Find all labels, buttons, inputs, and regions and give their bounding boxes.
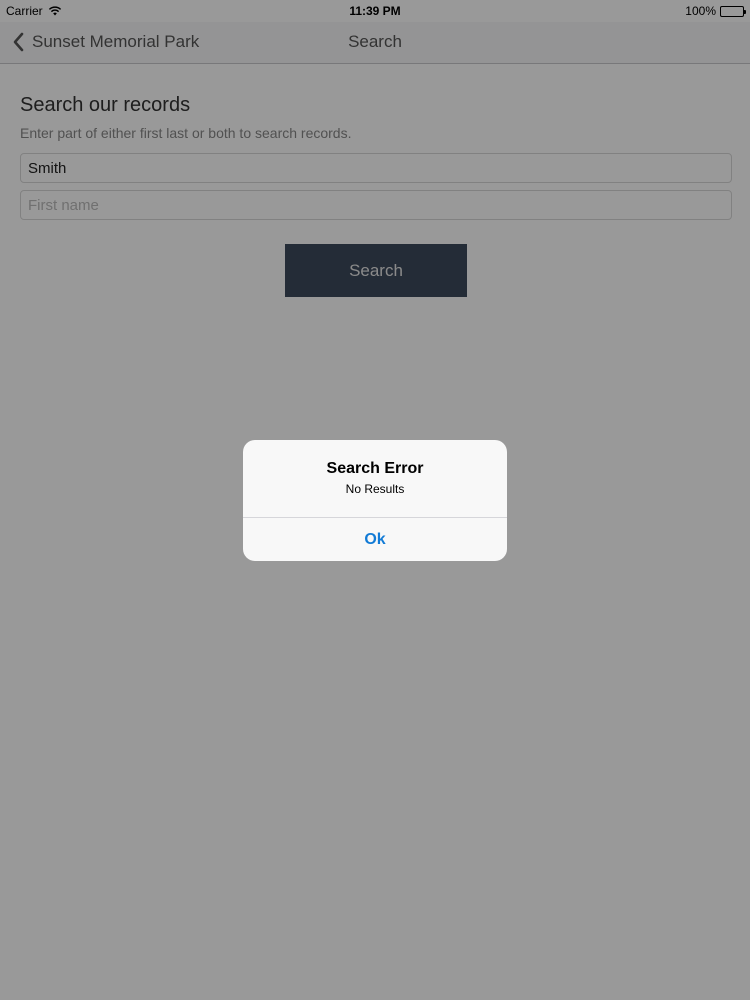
alert-ok-button[interactable]: Ok [243,518,507,561]
alert-title: Search Error [326,460,424,477]
alert-dialog: Search Error No Results Ok [243,440,507,561]
alert-message: No Results [345,482,405,496]
app-screen: Carrier 11:39 PM 100% Sunset Memorial Pa… [0,0,750,1000]
